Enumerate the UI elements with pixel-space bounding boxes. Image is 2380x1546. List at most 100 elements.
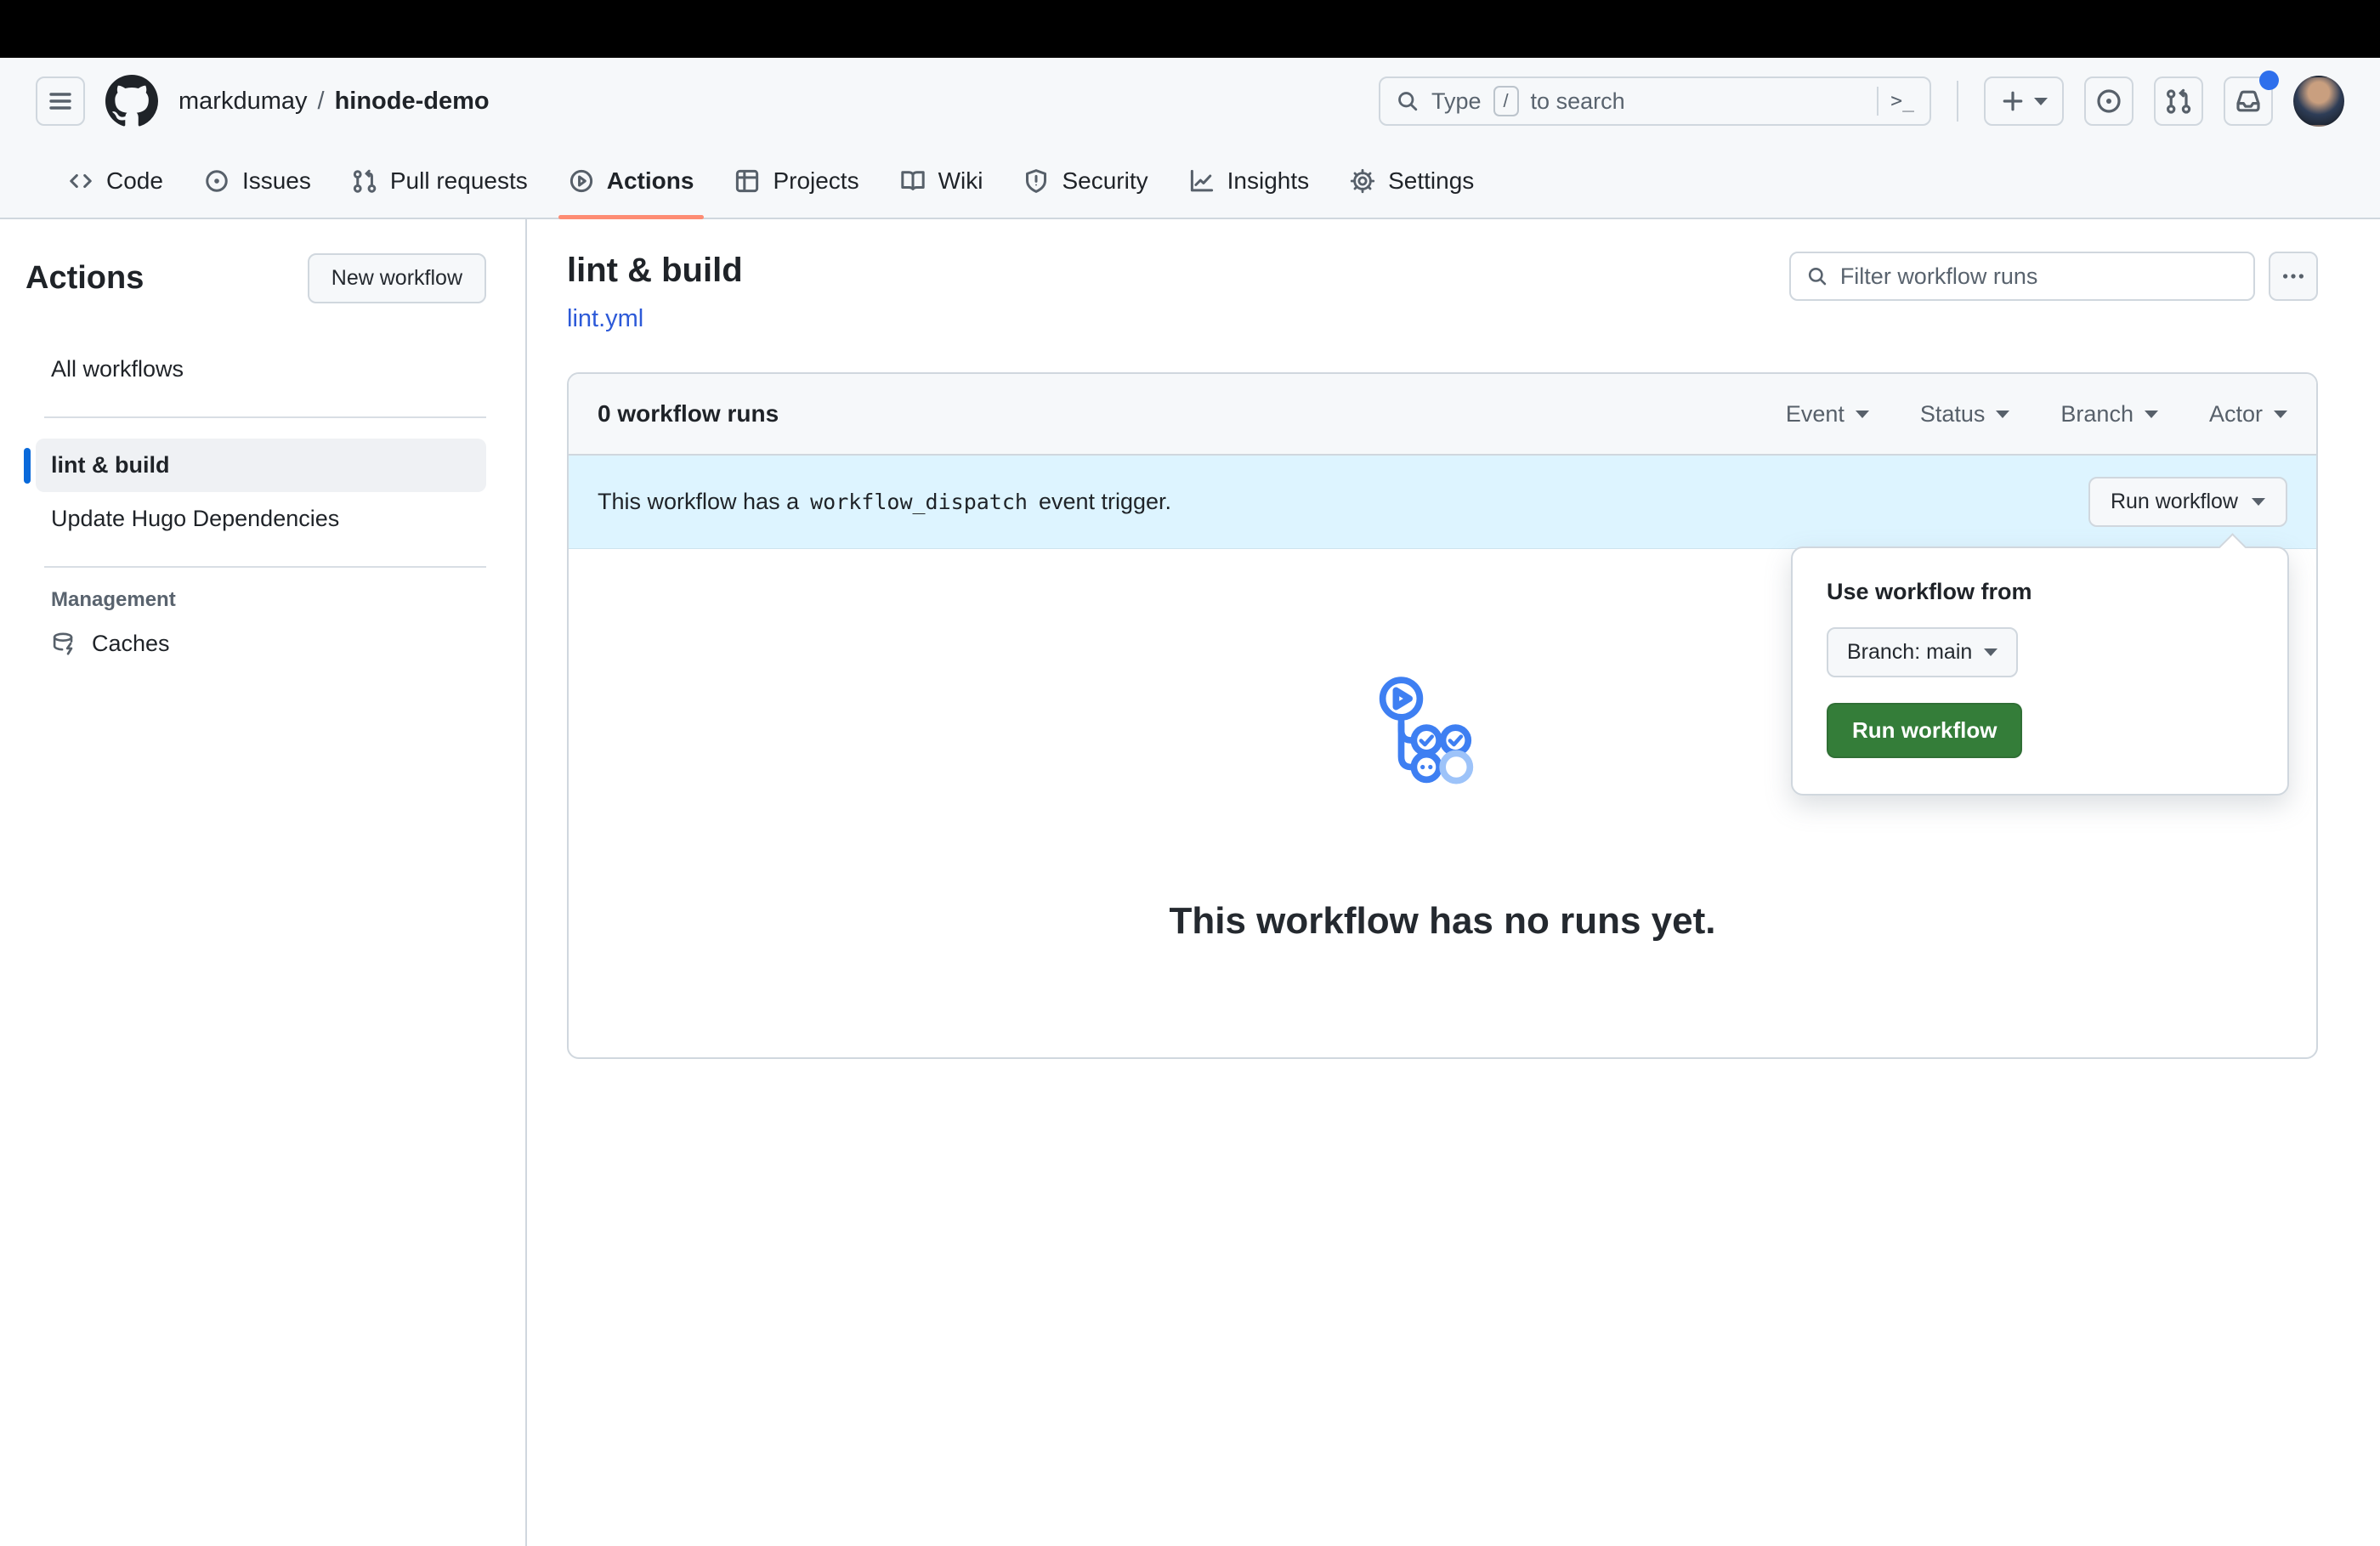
command-palette-icon[interactable]: >_ (1890, 90, 1914, 112)
run-workflow-popover: Use workflow from Branch: main Run workf… (1791, 533, 2289, 796)
caret-down-icon (2034, 97, 2048, 105)
filter-branch[interactable]: Branch (2060, 401, 2158, 428)
tab-label: Settings (1388, 167, 1475, 194)
empty-state-heading: This workflow has no runs yet. (1169, 900, 1716, 942)
shield-icon (1023, 168, 1049, 194)
run-workflow-submit-button[interactable]: Run workflow (1827, 703, 2023, 758)
workflow-list: All workflows lint & build Update Hugo D… (24, 343, 486, 657)
run-workflow-dropdown-button[interactable]: Run workflow (2088, 477, 2287, 527)
issue-opened-icon (2097, 89, 2121, 113)
header-controls (1789, 252, 2318, 301)
tab-pull-requests[interactable]: Pull requests (332, 144, 548, 218)
filter-workflow-runs-box (1789, 252, 2255, 301)
workflow-options-button[interactable] (2269, 252, 2318, 301)
breadcrumb-repo[interactable]: hinode-demo (335, 88, 490, 116)
graph-icon (1189, 168, 1215, 194)
workflow-file-link[interactable]: lint.yml (567, 305, 643, 333)
global-search-input[interactable]: Type / to search >_ (1379, 76, 1931, 126)
notification-dot (2259, 71, 2279, 90)
runs-card-header: 0 workflow runs Event Status Branch Acto… (569, 374, 2316, 456)
banner-text-prefix: This workflow has a (598, 489, 800, 514)
search-icon (1808, 267, 1827, 286)
hamburger-menu-button[interactable] (36, 76, 85, 126)
page-title: lint & build (567, 252, 743, 289)
banner-code: workflow_dispatch (810, 490, 1028, 514)
filter-status[interactable]: Status (1920, 401, 2010, 428)
play-circle-icon (569, 168, 594, 194)
tab-label: Issues (241, 167, 311, 194)
main-content: lint & build lint.yml 0 workflow runs (527, 219, 2380, 1546)
filter-actor[interactable]: Actor (2209, 401, 2287, 428)
new-workflow-button[interactable]: New workflow (307, 253, 486, 303)
inbox-icon (2236, 90, 2260, 112)
tab-projects[interactable]: Projects (714, 144, 879, 218)
management-heading: Management (51, 588, 176, 611)
sidebar-item-all-workflows[interactable]: All workflows (36, 343, 486, 396)
tab-issues[interactable]: Issues (184, 144, 332, 218)
search-icon (1398, 92, 1418, 111)
tab-settings[interactable]: Settings (1329, 144, 1494, 218)
tab-insights[interactable]: Insights (1169, 144, 1330, 218)
branch-select-button[interactable]: Branch: main (1827, 627, 2019, 677)
top-black-bar (0, 0, 2380, 58)
breadcrumb-separator: / (317, 87, 325, 115)
workflow-title-block: lint & build lint.yml (567, 252, 743, 333)
workflow-dispatch-banner: This workflow has a workflow_dispatch ev… (569, 456, 2316, 549)
code-icon (68, 168, 94, 194)
tab-label: Actions (606, 167, 694, 194)
cache-database-icon (51, 631, 76, 657)
notifications-inbox-button[interactable] (2224, 71, 2279, 126)
tab-security[interactable]: Security (1003, 144, 1168, 218)
page-body: Actions New workflow All workflows lint … (0, 219, 2380, 1546)
plus-icon (2003, 91, 2023, 111)
search-placeholder-prefix: Type (1431, 88, 1482, 114)
filter-workflow-runs-input[interactable] (1839, 263, 2238, 290)
filter-event[interactable]: Event (1786, 401, 1869, 428)
avatar[interactable] (2293, 76, 2344, 127)
popover-title: Use workflow from (1827, 579, 2032, 604)
filter-label: Event (1785, 400, 1844, 427)
git-pull-request-icon (352, 168, 377, 194)
hamburger-icon (49, 93, 71, 110)
search-inner-divider (1877, 87, 1879, 116)
banner-text: This workflow has a workflow_dispatch ev… (598, 489, 1171, 515)
tab-label: Security (1062, 167, 1148, 194)
sidebar-divider (44, 416, 486, 418)
sidebar-item-update-hugo-dependencies[interactable]: Update Hugo Dependencies (36, 492, 486, 546)
pull-requests-dashboard-button[interactable] (2154, 76, 2203, 126)
breadcrumb: markdumay / hinode-demo (178, 88, 490, 116)
tab-label: Pull requests (389, 167, 528, 194)
branch-select-label: Branch: main (1847, 640, 1973, 664)
kebab-horizontal-icon (2283, 274, 2304, 279)
tab-code[interactable]: Code (48, 144, 184, 218)
create-new-button[interactable] (1984, 76, 2064, 126)
sidebar-item-label: Caches (92, 631, 170, 656)
tab-label: Code (106, 167, 163, 194)
workflow-graph-illustration (1379, 677, 1473, 784)
issue-opened-icon (204, 168, 230, 194)
sidebar-item-caches[interactable]: Caches (51, 631, 486, 657)
search-placeholder-suffix: to search (1530, 88, 1625, 114)
sidebar-divider (44, 566, 486, 568)
table-icon (734, 168, 760, 194)
github-logo-icon[interactable] (105, 75, 158, 127)
selected-item-accent-bar (24, 447, 31, 484)
tab-actions[interactable]: Actions (548, 144, 715, 219)
issues-dashboard-button[interactable] (2084, 76, 2134, 126)
caret-down-icon (2252, 498, 2265, 506)
run-workflow-label: Run workflow (2110, 490, 2238, 513)
tab-label: Projects (773, 167, 859, 194)
sidebar-header: Actions New workflow (26, 253, 486, 303)
filter-label: Actor (2208, 400, 2263, 427)
sidebar-item-lint-build[interactable]: lint & build (24, 439, 486, 492)
book-icon (900, 168, 926, 194)
app-header: markdumay / hinode-demo Type / to search… (0, 58, 2380, 144)
filter-label: Branch (2060, 400, 2134, 427)
tab-label: Wiki (938, 167, 983, 194)
sidebar-title: Actions (26, 260, 144, 296)
tab-wiki[interactable]: Wiki (880, 144, 1004, 218)
runs-count: 0 workflow runs (598, 400, 779, 427)
github-actions-page: markdumay / hinode-demo Type / to search… (0, 0, 2380, 1546)
caret-down-icon (1996, 410, 2010, 418)
breadcrumb-owner[interactable]: markdumay (178, 88, 308, 116)
